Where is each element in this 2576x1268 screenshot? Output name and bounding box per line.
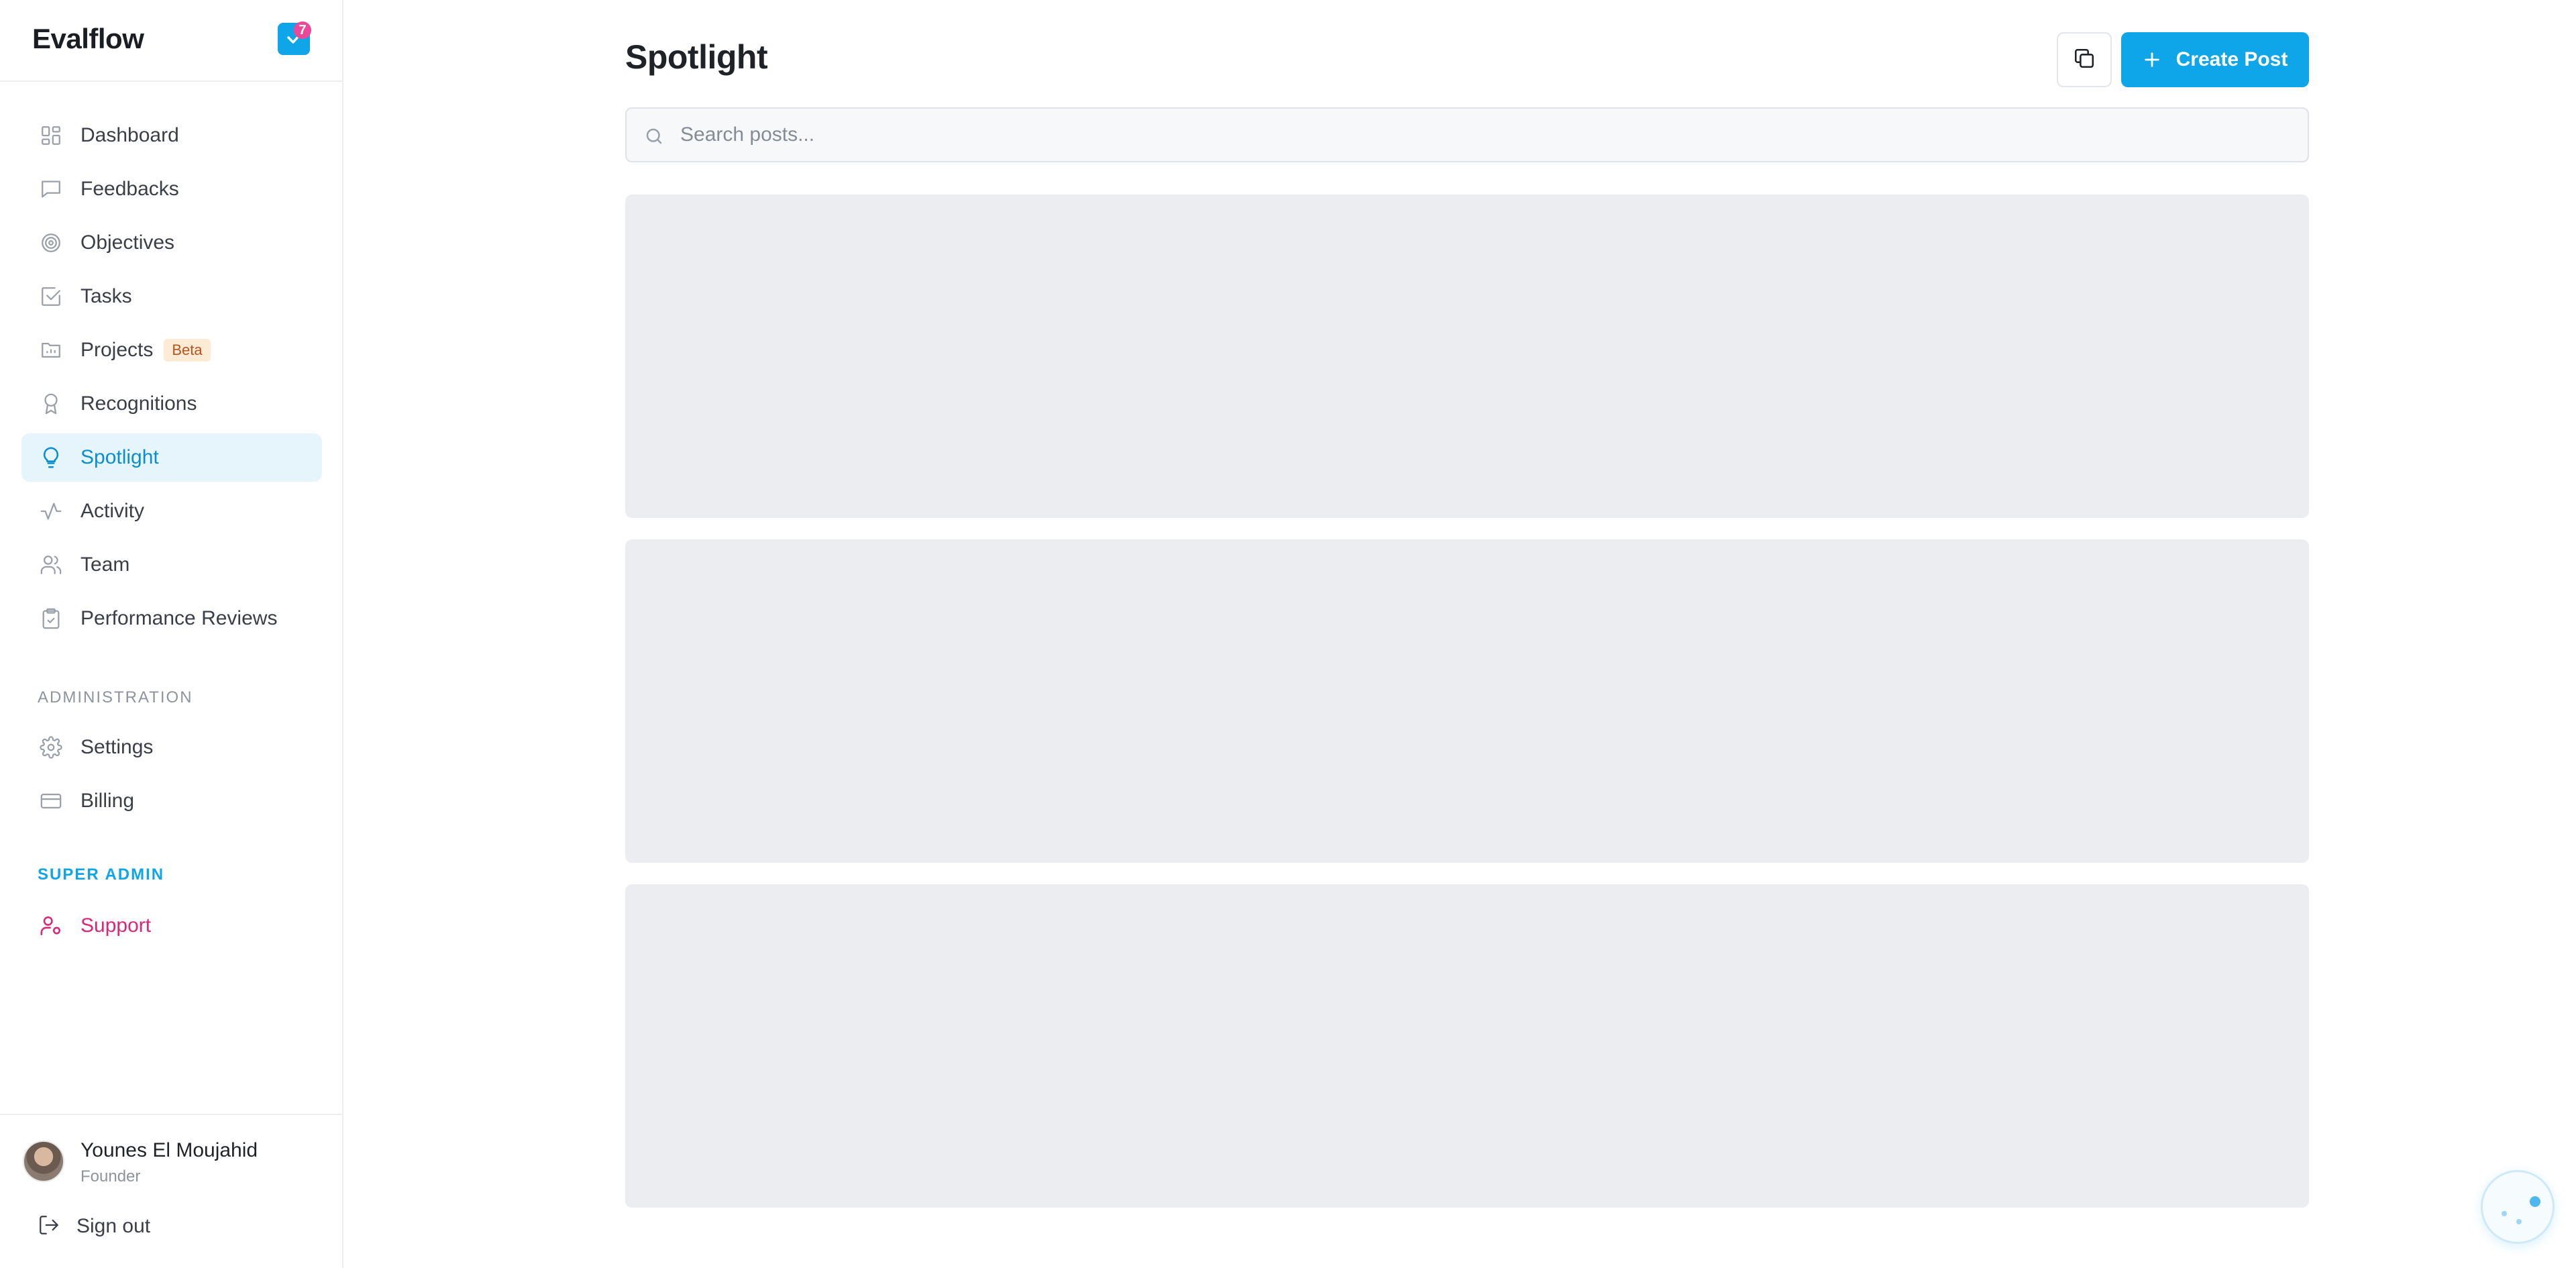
check-square-icon [38,283,64,310]
notification-count-badge: 7 [294,21,311,39]
sidebar-item-performance-reviews[interactable]: Performance Reviews [21,594,322,643]
user-name: Younes El Moujahid [80,1139,258,1161]
sidebar-item-label: Objectives [80,231,175,254]
sidebar-item-label: Support [80,914,152,937]
gear-icon [38,734,64,761]
sidebar-item-label: Tasks [80,285,132,307]
chat-widget-button[interactable] [2481,1170,2555,1244]
administration-section-label: ADMINISTRATION [38,688,193,706]
beta-badge: Beta [164,339,211,362]
award-icon [38,390,64,417]
sidebar-item-support[interactable]: Support [21,902,322,950]
search-input[interactable] [680,109,2290,161]
chat-dot [2516,1219,2522,1224]
sidebar-item-label: Projects [80,339,154,361]
sidebar-item-label: Activity [80,500,145,522]
sidebar-item-projects[interactable]: Projects Beta [21,326,322,374]
main-nav: Dashboard Feedbacks Objectives Tasks Pro… [21,111,322,648]
target-icon [38,229,64,256]
create-post-button[interactable]: Create Post [2121,32,2309,87]
plus-icon [2144,52,2159,67]
log-out-icon [38,1214,60,1240]
sidebar-item-activity[interactable]: Activity [21,487,322,535]
clipboard-check-icon [38,605,64,632]
sidebar-item-label: Settings [80,736,154,758]
copy-button[interactable] [2057,32,2112,87]
sign-out-button[interactable]: Sign out [21,1202,322,1251]
page-title: Spotlight [625,38,768,76]
message-square-icon [38,176,64,203]
credit-card-icon [38,788,64,814]
avatar[interactable] [23,1141,64,1182]
sidebar-item-label: Spotlight [80,446,159,468]
chat-dot [2502,1211,2507,1216]
loading-card-skeleton [625,884,2309,1208]
sidebar-item-label: Billing [80,790,135,812]
user-cog-icon [38,912,64,939]
sidebar-item-settings[interactable]: Settings [21,723,322,772]
sidebar: Evalflow 7 Dashboard Feedbacks Objective… [0,0,343,1268]
user-role: Founder [80,1167,141,1185]
sidebar-item-objectives[interactable]: Objectives [21,219,322,267]
loading-card-skeleton [625,539,2309,863]
admin-nav: Settings Billing [21,723,322,831]
brand-name[interactable]: Evalflow [32,23,144,55]
copy-icon [2073,47,2096,73]
sidebar-item-billing[interactable]: Billing [21,777,322,825]
users-icon [38,551,64,578]
super-admin-section-label: SUPER ADMIN [38,865,165,884]
sidebar-item-label: Recognitions [80,392,197,415]
sidebar-item-label: Team [80,553,130,576]
sidebar-item-tasks[interactable]: Tasks [21,272,322,321]
app-root: Evalflow 7 Dashboard Feedbacks Objective… [0,0,2576,1268]
search-icon [646,128,662,144]
activity-icon [38,498,64,525]
loading-card-skeleton [625,195,2309,518]
create-post-label: Create Post [2176,48,2288,70]
sidebar-item-label: Feedbacks [80,178,179,200]
lightbulb-icon [38,444,64,471]
folder-chart-icon [38,337,64,364]
sidebar-item-dashboard[interactable]: Dashboard [21,111,322,160]
sidebar-footer: Younes El Moujahid Founder Sign out [0,1114,342,1268]
sign-out-label: Sign out [76,1215,151,1237]
dashboard-icon [38,122,64,149]
brand-row: Evalflow 7 [0,0,342,82]
sidebar-item-label: Performance Reviews [80,607,278,629]
super-admin-nav: Support [21,902,322,955]
sidebar-item-feedbacks[interactable]: Feedbacks [21,165,322,213]
chat-dot [2530,1196,2540,1207]
sidebar-item-spotlight[interactable]: Spotlight [21,433,322,482]
search-bar [625,107,2309,162]
sidebar-item-label: Dashboard [80,124,179,146]
sidebar-item-team[interactable]: Team [21,541,322,589]
sidebar-item-recognitions[interactable]: Recognitions [21,380,322,428]
